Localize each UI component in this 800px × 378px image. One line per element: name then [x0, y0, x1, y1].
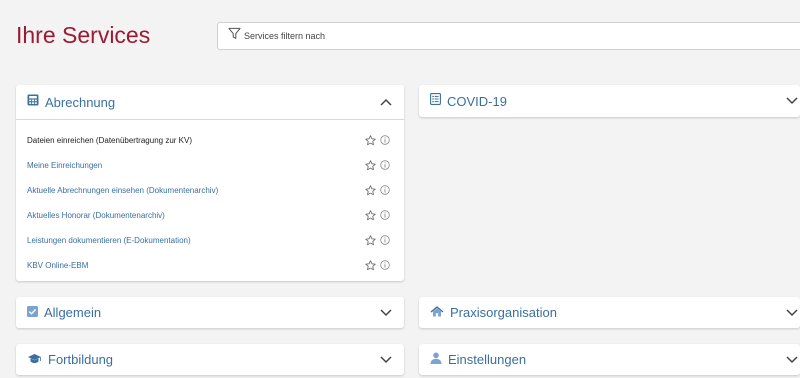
chevron-down-icon[interactable]	[380, 304, 392, 322]
card-covid-19: COVID-19	[419, 85, 800, 117]
services-filter-input[interactable]	[244, 31, 764, 41]
info-icon[interactable]	[380, 260, 390, 272]
star-icon[interactable]	[365, 260, 376, 273]
service-item[interactable]: Meine Einreichungen	[16, 153, 404, 178]
card-allgemein: Allgemein	[16, 297, 404, 328]
card-allgemein-label: Allgemein	[44, 305, 102, 320]
card-abrechnung-label: Abrechnung	[45, 94, 116, 110]
service-item[interactable]: Leistungen dokumentieren (E-Dokumentatio…	[16, 228, 404, 253]
service-item-label[interactable]: Dateien einreichen (Datenübertragung zur…	[27, 136, 192, 145]
service-item-label[interactable]: Aktuelle Abrechnungen einsehen (Dokument…	[27, 186, 218, 195]
service-item-label[interactable]: Meine Einreichungen	[27, 161, 102, 170]
service-item[interactable]: Aktuelle Abrechnungen einsehen (Dokument…	[16, 178, 404, 203]
card-einstellungen-header[interactable]: Einstellungen	[419, 344, 800, 375]
service-item-label[interactable]: Aktuelles Honorar (Dokumentenarchiv)	[27, 211, 165, 220]
chevron-down-icon[interactable]	[786, 304, 798, 322]
service-item[interactable]: KBV Online-EBM	[16, 253, 404, 278]
service-list: Dateien einreichen (Datenübertragung zur…	[16, 120, 404, 278]
card-einstellungen: Einstellungen	[419, 344, 800, 375]
graduation-cap-icon	[27, 351, 42, 369]
star-icon[interactable]	[365, 135, 376, 148]
services-filter[interactable]	[217, 22, 800, 50]
card-einstellungen-label: Einstellungen	[448, 352, 527, 367]
user-icon	[430, 351, 442, 369]
service-item-label[interactable]: Leistungen dokumentieren (E-Dokumentatio…	[27, 236, 191, 245]
card-abrechnung-header[interactable]: Abrechnung	[16, 85, 404, 119]
service-item-label[interactable]: KBV Online-EBM	[27, 261, 88, 270]
chevron-down-icon[interactable]	[786, 92, 798, 110]
card-allgemein-header[interactable]: Allgemein	[16, 297, 404, 328]
info-icon[interactable]	[380, 235, 390, 247]
card-covid-19-header[interactable]: COVID-19	[419, 85, 800, 117]
card-fortbildung-label: Fortbildung	[48, 352, 114, 367]
star-icon[interactable]	[365, 235, 376, 248]
card-fortbildung-header[interactable]: Fortbildung	[16, 344, 404, 375]
service-item[interactable]: Dateien einreichen (Datenübertragung zur…	[16, 128, 404, 153]
info-icon[interactable]	[380, 185, 390, 197]
info-icon[interactable]	[380, 160, 390, 172]
card-praxisorganisation-label: Praxisorganisation	[450, 305, 557, 320]
chevron-down-icon[interactable]	[380, 351, 392, 369]
info-icon[interactable]	[380, 135, 390, 147]
chevron-up-icon[interactable]	[380, 93, 392, 111]
card-abrechnung: Abrechnung Dateien einreichen (Datenüber…	[16, 85, 404, 281]
house-icon	[430, 304, 444, 322]
star-icon[interactable]	[365, 185, 376, 198]
chevron-down-icon[interactable]	[786, 351, 798, 369]
list-icon	[430, 92, 441, 110]
star-icon[interactable]	[365, 210, 376, 223]
service-item[interactable]: Aktuelles Honorar (Dokumentenarchiv)	[16, 203, 404, 228]
star-icon[interactable]	[365, 160, 376, 173]
card-covid-19-label: COVID-19	[447, 93, 507, 109]
calculator-icon	[27, 93, 39, 111]
card-fortbildung: Fortbildung	[16, 344, 404, 375]
filter-icon	[228, 27, 241, 45]
info-icon[interactable]	[380, 210, 390, 222]
page-title: Ihre Services	[16, 22, 151, 48]
checkbox-icon	[27, 304, 38, 322]
card-praxisorganisation: Praxisorganisation	[419, 297, 800, 328]
card-praxisorganisation-header[interactable]: Praxisorganisation	[419, 297, 800, 328]
